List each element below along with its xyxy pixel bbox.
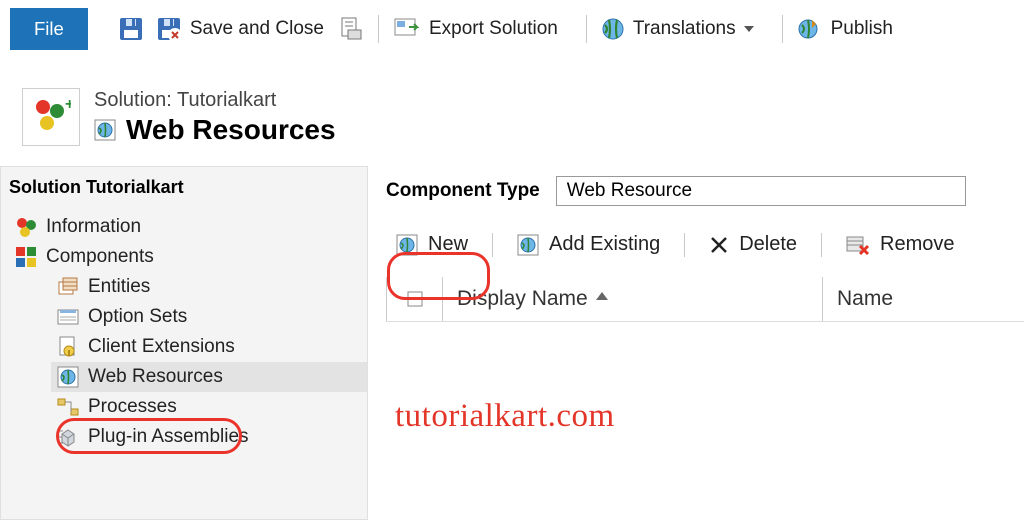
page-header: + Solution: Tutorialkart Web Resources [0,58,1024,146]
export-solution-button[interactable]: Export Solution [393,17,558,41]
new-button[interactable]: New [386,230,478,259]
save-icon [118,16,144,42]
component-type-row: Component Type Web Resource [386,176,1024,206]
component-type-label: Component Type [386,180,540,202]
save-button[interactable] [118,16,144,42]
toolbar-separator [586,15,587,43]
document-print-icon [338,16,364,42]
info-icon [15,216,37,238]
remove-icon [846,234,870,256]
publish-label: Publish [831,18,893,40]
action-bar: New Add Existing Delete [386,230,1024,259]
add-existing-button[interactable]: Add Existing [507,230,670,259]
components-icon [15,246,37,268]
action-separator [821,233,822,257]
publish-icon [797,17,823,41]
column-display-name[interactable]: Display Name [442,277,822,321]
tree-label: Processes [88,396,177,418]
delete-label: Delete [739,233,797,256]
publish-button[interactable]: Publish [797,17,893,41]
tree-item-plugin-assemblies[interactable]: Plug-in Assemblies [51,422,367,452]
new-label: New [428,233,468,256]
export-label: Export Solution [429,18,558,40]
watermark: tutorialkart.com [395,398,615,435]
tree-item-information[interactable]: Information [9,212,367,242]
tree-item-processes[interactable]: Processes [51,392,367,422]
tree-item-client-extensions[interactable]: Client Extensions [51,332,367,362]
save-close-icon [156,16,182,42]
delete-icon [709,235,729,255]
tree-item-components[interactable]: Components [9,242,367,272]
tree-item-web-resources[interactable]: Web Resources [51,362,367,392]
export-icon [393,17,421,41]
column-label: Name [837,287,893,311]
processes-icon [57,396,79,418]
toolbar-separator [782,15,783,43]
tree-label: Information [46,216,141,238]
select-all-checkbox[interactable] [386,277,442,321]
sort-asc-icon [596,292,608,306]
remove-label: Remove [880,233,954,256]
tree-item-entities[interactable]: Entities [51,272,367,302]
save-and-close-button[interactable]: Save and Close [156,16,324,42]
web-resource-icon [94,119,116,141]
tree-label: Plug-in Assemblies [88,426,249,448]
plugin-icon [57,426,79,448]
solution-icon: + [22,88,80,146]
globe-icon [601,17,625,41]
translations-button[interactable]: Translations [601,17,754,41]
column-label: Display Name [457,287,588,311]
column-name[interactable]: Name [822,277,1024,321]
tree-label: Entities [88,276,150,298]
sidebar-title: Solution Tutorialkart [1,171,367,212]
delete-button[interactable]: Delete [699,230,807,259]
remove-button[interactable]: Remove [836,230,964,259]
grid-header: Display Name Name [386,277,1024,322]
entities-icon [57,276,79,298]
toolbar-separator [378,15,379,43]
svg-text:+: + [65,97,71,113]
page-title: Web Resources [126,114,336,146]
solution-tree: Solution Tutorialkart Information Compon… [0,166,368,520]
add-existing-label: Add Existing [549,233,660,256]
translations-label: Translations [633,18,736,40]
tree-label: Components [46,246,154,268]
action-separator [492,233,493,257]
checkbox-icon [407,291,423,307]
new-icon [396,234,418,256]
tree-label: Web Resources [88,366,223,388]
client-extensions-icon [57,336,79,358]
file-button[interactable]: File [10,8,88,50]
action-separator [684,233,685,257]
tree-label: Option Sets [88,306,187,328]
top-toolbar: File Save and Close [0,0,1024,58]
print-button[interactable] [338,16,364,42]
save-close-label: Save and Close [190,18,324,40]
solution-path: Solution: Tutorialkart [94,88,336,112]
dropdown-arrow-icon [744,24,754,34]
option-sets-icon [57,306,79,328]
web-resource-icon [57,366,79,388]
add-existing-icon [517,234,539,256]
tree-item-option-sets[interactable]: Option Sets [51,302,367,332]
main-panel: Component Type Web Resource New Add E [368,166,1024,520]
tree-label: Client Extensions [88,336,235,358]
component-type-field[interactable]: Web Resource [556,176,966,206]
